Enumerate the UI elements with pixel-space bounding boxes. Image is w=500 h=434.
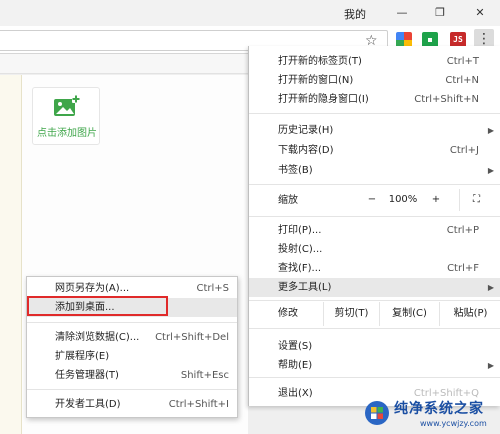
title-bar: 我的 — ❐ ✕ [0,0,500,26]
submenu-item-clear-data[interactable]: 清除浏览数据(C)... Ctrl+Shift+Del [27,328,237,347]
menu-item-incognito[interactable]: 打开新的隐身窗口(I) Ctrl+Shift+N [249,90,500,109]
menu-item-settings[interactable]: 设置(S) [249,337,500,356]
edit-label: 修改 [278,308,298,319]
submenu-item-task-manager[interactable]: 任务管理器(T) Shift+Esc [27,366,237,385]
close-window-button[interactable]: ✕ [466,4,494,22]
menu-item-label: 历史记录(H) [278,125,334,136]
menu-separator [27,322,237,323]
menu-item-shortcut: Ctrl+Shift+I [168,399,229,410]
fullscreen-icon[interactable]: ⛶ [459,189,493,211]
menu-item-label: 书签(B) [278,165,313,176]
submenu-arrow-icon: ▶ [487,283,494,292]
menu-separator [249,113,500,114]
watermark-logo-icon [365,401,389,425]
minimize-button[interactable]: — [388,4,416,22]
menu-item-label: 扩展程序(E) [55,351,110,362]
menu-item-shortcut: Ctrl+Shift+N [414,94,479,105]
menu-item-label: 打开新的隐身窗口(I) [278,94,369,105]
menu-item-label: 打开新的窗口(N) [278,75,354,86]
menu-item-bookmarks[interactable]: 书签(B) ▶ [249,161,500,180]
menu-item-print[interactable]: 打印(P)... Ctrl+P [249,221,500,240]
watermark-url: www.ycwjzy.com [420,419,487,428]
copy-button[interactable]: 复制(C) [379,302,439,326]
menu-item-label: 投射(C)... [278,244,323,255]
menu-item-downloads[interactable]: 下载内容(D) Ctrl+J [249,141,500,160]
menu-item-shortcut: Ctrl+Shift+Del [155,332,229,343]
menu-item-shortcut: Ctrl+F [447,263,479,274]
cut-button[interactable]: 剪切(T) [323,302,379,326]
highlight-annotation [27,296,168,316]
restore-button[interactable]: ❐ [426,4,454,22]
menu-item-label: 更多工具(L) [278,282,332,293]
submenu-item-devtools[interactable]: 开发者工具(D) Ctrl+Shift+I [27,395,237,414]
submenu-arrow-icon: ▶ [487,361,494,370]
menu-separator [249,300,500,301]
page-side-panel [0,75,22,434]
submenu-arrow-icon: ▶ [487,166,494,175]
menu-separator [27,389,237,390]
menu-item-label: 帮助(E) [278,360,313,371]
menu-item-shortcut: Ctrl+J [449,145,479,156]
menu-separator [249,328,500,329]
menu-separator [249,377,500,378]
menu-item-help[interactable]: 帮助(E) ▶ [249,356,500,375]
add-image-icon [54,95,80,116]
zoom-in-button[interactable]: + [419,189,453,211]
menu-item-shortcut: Ctrl+T [446,56,479,67]
page-header-strip [0,54,248,74]
menu-item-label: 退出(X) [278,388,313,399]
add-image-tile[interactable]: 点击添加图片 [32,87,100,145]
menu-item-more-tools[interactable]: 更多工具(L) ▶ [249,278,500,297]
menu-item-label: 查找(F)... [278,263,322,274]
menu-item-cast[interactable]: 投射(C)... [249,240,500,259]
menu-item-label: 下载内容(D) [278,145,334,156]
add-image-label: 点击添加图片 [37,128,97,139]
menu-item-label: 设置(S) [278,341,313,352]
menu-item-new-tab[interactable]: 打开新的标签页(T) Ctrl+T [249,52,500,71]
zoom-label: 缩放 [278,195,298,206]
menu-item-shortcut: Ctrl+S [196,283,229,294]
menu-item-label: 清除浏览数据(C)... [55,332,140,343]
profile-name[interactable]: 我的 [344,6,366,22]
menu-separator [249,184,500,185]
menu-edit-row: 修改 剪切(T) 复制(C) 粘贴(P) [249,302,500,326]
menu-item-shortcut: Shift+Esc [180,370,229,381]
menu-item-label: 任务管理器(T) [55,370,119,381]
menu-item-label: 打印(P)... [278,225,322,236]
paste-button[interactable]: 粘贴(P) [439,302,500,326]
submenu-item-extensions[interactable]: 扩展程序(E) [27,347,237,366]
menu-item-label: 打开新的标签页(T) [278,56,362,67]
watermark-text: 纯净系统之家 [394,401,484,417]
menu-item-shortcut: Ctrl+N [445,75,479,86]
menu-separator [249,216,500,217]
menu-item-label: 开发者工具(D) [55,399,121,410]
menu-item-shortcut: Ctrl+P [446,225,479,236]
menu-item-history[interactable]: 历史记录(H) ▶ [249,121,500,140]
menu-zoom-row: 缩放 − 100% + ⛶ [249,189,500,213]
menu-item-find[interactable]: 查找(F)... Ctrl+F [249,259,500,278]
zoom-value: 100% [388,194,418,205]
chrome-main-menu: 打开新的标签页(T) Ctrl+T 打开新的窗口(N) Ctrl+N 打开新的隐… [248,46,500,406]
menu-item-new-window[interactable]: 打开新的窗口(N) Ctrl+N [249,71,500,90]
submenu-arrow-icon: ▶ [487,126,494,135]
